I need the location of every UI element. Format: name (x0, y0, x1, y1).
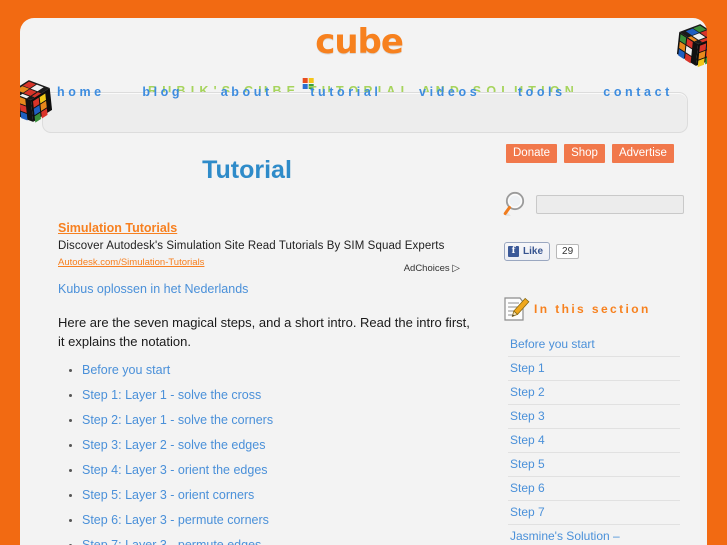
section-link-step-5[interactable]: Step 5 (508, 453, 680, 477)
section-link-step-1[interactable]: Step 1 (508, 357, 680, 381)
ad-description: Discover Autodesk's Simulation Site Read… (58, 240, 445, 252)
in-this-section-header: In this section (502, 295, 690, 323)
content-columns: Tutorial Simulation Tutorials Discover A… (20, 130, 707, 545)
tutorial-steps-list: Before you start Step 1: Layer 1 - solve… (58, 363, 492, 545)
notepad-pencil-icon (502, 295, 530, 323)
ad-url-link[interactable]: Autodesk.com/Simulation-Tutorials (58, 257, 204, 268)
facebook-icon: f (508, 246, 519, 257)
facebook-like-count: 29 (556, 244, 580, 259)
nav-item-home[interactable]: home (57, 85, 105, 99)
step-link-6[interactable]: Step 6: Layer 3 - permute corners (82, 513, 269, 527)
site-logo[interactable]: cube (302, 22, 412, 93)
section-link-step-3[interactable]: Step 3 (508, 405, 680, 429)
search-input[interactable] (536, 194, 684, 214)
list-item: Step 6: Layer 3 - permute corners (82, 513, 492, 527)
nav-item-tools[interactable]: tools (518, 85, 566, 99)
advertisement-block: Simulation Tutorials Discover Autodesk's… (58, 219, 478, 274)
list-item: Step 4: Layer 3 - orient the edges (82, 463, 492, 477)
section-link-step-4[interactable]: Step 4 (508, 429, 680, 453)
step-link-1[interactable]: Step 1: Layer 1 - solve the cross (82, 388, 261, 402)
site-header: cube RUBIK'S CUBE TUTORIAL AND SOLUTION … (20, 18, 707, 133)
step-link-7[interactable]: Step 7: Layer 3 - permute edges (82, 538, 261, 545)
nav-item-tutorial[interactable]: tutorial (310, 85, 381, 99)
main-navigation-list: home blog about tutorial videos tools co… (43, 85, 687, 99)
triangle-right-icon: ▷ (452, 263, 460, 274)
main-navigation-bar: home blog about tutorial videos tools co… (42, 85, 688, 133)
advertise-button[interactable]: Advertise (611, 144, 674, 163)
adchoices-text: AdChoices (403, 263, 450, 274)
list-item: Step 5: Layer 3 - orient corners (82, 488, 492, 502)
step-link-before-you-start[interactable]: Before you start (82, 363, 170, 377)
adchoices-label[interactable]: AdChoices ▷ (404, 263, 460, 274)
dutch-solution-link[interactable]: Kubus oplossen in het Nederlands (58, 282, 492, 296)
donate-button[interactable]: Donate (506, 144, 558, 163)
sidebar-button-row: Donate Shop Advertise (506, 144, 690, 163)
nav-item-contact[interactable]: contact (603, 85, 673, 99)
list-item: Before you start (82, 363, 492, 377)
shop-button[interactable]: Shop (564, 144, 605, 163)
facebook-like-widget: f Like 29 (504, 242, 690, 261)
rubiks-cube-image-left (20, 76, 56, 127)
section-link-step-7[interactable]: Step 7 (508, 501, 680, 525)
step-link-5[interactable]: Step 5: Layer 3 - orient corners (82, 488, 254, 502)
list-item: Step 3: Layer 2 - solve the edges (82, 438, 492, 452)
section-link-step-6[interactable]: Step 6 (508, 477, 680, 501)
step-link-4[interactable]: Step 4: Layer 3 - orient the edges (82, 463, 268, 477)
nav-item-about[interactable]: about (221, 85, 273, 99)
section-link-step-2[interactable]: Step 2 (508, 381, 680, 405)
ad-headline-link[interactable]: Simulation Tutorials (58, 221, 177, 235)
in-this-section-title: In this section (534, 302, 651, 316)
facebook-like-button[interactable]: f Like (504, 242, 551, 261)
section-link-jasmines-solution[interactable]: Jasmine's Solution – Nederlands (508, 525, 680, 545)
step-link-3[interactable]: Step 3: Layer 2 - solve the edges (82, 438, 265, 452)
list-item: Step 2: Layer 1 - solve the corners (82, 413, 492, 427)
in-this-section-list: Before you start Step 1 Step 2 Step 3 St… (508, 333, 680, 545)
section-link-before-you-start[interactable]: Before you start (508, 333, 680, 357)
rubiks-cube-image-right (673, 20, 707, 71)
magnifier-icon[interactable] (502, 190, 530, 218)
search-row (502, 190, 690, 218)
step-link-2[interactable]: Step 2: Layer 1 - solve the corners (82, 413, 273, 427)
facebook-like-label: Like (523, 246, 544, 257)
main-content: Tutorial Simulation Tutorials Discover A… (42, 130, 492, 545)
site-logo-text: cube (315, 22, 404, 62)
nav-item-blog[interactable]: blog (142, 85, 183, 99)
sidebar: Donate Shop Advertise f Like 29 In this … (498, 144, 690, 545)
page-title: Tutorial (202, 156, 292, 184)
page-container: cube RUBIK'S CUBE TUTORIAL AND SOLUTION … (20, 18, 707, 545)
nav-item-videos[interactable]: videos (419, 85, 480, 99)
list-item: Step 1: Layer 1 - solve the cross (82, 388, 492, 402)
intro-paragraph: Here are the seven magical steps, and a … (58, 315, 470, 349)
list-item: Step 7: Layer 3 - permute edges (82, 538, 492, 545)
